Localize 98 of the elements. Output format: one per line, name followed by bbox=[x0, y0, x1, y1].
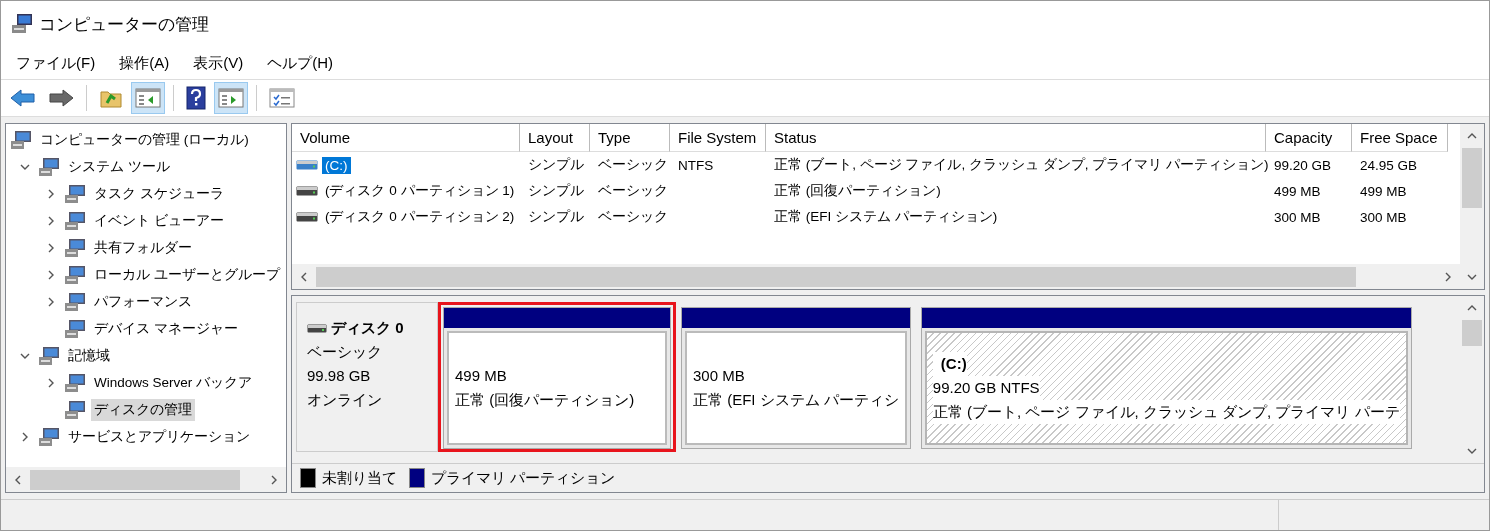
chevron-right-icon[interactable] bbox=[46, 215, 56, 226]
table-cell: シンプル bbox=[528, 182, 584, 200]
drive-icon bbox=[307, 323, 327, 333]
monitor-icon bbox=[64, 291, 86, 312]
menu-item[interactable]: ヘルプ(H) bbox=[267, 53, 333, 73]
scrollbar-thumb[interactable] bbox=[316, 266, 1356, 287]
tree-item[interactable]: 記憶域 bbox=[65, 344, 113, 367]
legend-label: プライマリ パーティション bbox=[431, 468, 616, 488]
console-tree-button[interactable] bbox=[131, 82, 165, 114]
table-cell: 300 MB bbox=[1274, 209, 1321, 225]
monitor-icon bbox=[64, 318, 86, 339]
tree-item[interactable]: イベント ビューアー bbox=[91, 209, 227, 232]
partition-label: (C:) bbox=[932, 352, 967, 376]
column-header[interactable]: Volume bbox=[292, 124, 520, 152]
tree-item[interactable]: ディスクの管理 bbox=[91, 398, 195, 421]
chevron-right-icon[interactable] bbox=[46, 296, 56, 307]
tree-item[interactable]: Windows Server バックア bbox=[91, 371, 256, 394]
menu-item[interactable]: 操作(A) bbox=[119, 53, 170, 73]
partition-size: 99.20 GB NTFS bbox=[932, 376, 1040, 400]
chevron-right-icon[interactable] bbox=[20, 431, 30, 442]
disk-type: ベーシック bbox=[307, 342, 383, 362]
chevron-right-icon[interactable] bbox=[46, 377, 56, 388]
drive-icon bbox=[296, 212, 318, 222]
drive-entry[interactable]: (ディスク 0 パーティション 2) bbox=[322, 207, 518, 227]
table-cell: 99.20 GB bbox=[1274, 157, 1332, 173]
monitor-icon bbox=[64, 210, 86, 231]
partition-block[interactable]: 300 MB 正常 (EFI システム パーティシ bbox=[681, 307, 911, 449]
monitor-icon bbox=[38, 345, 60, 366]
help-icon bbox=[186, 86, 206, 110]
partition-status: 正常 (ブート, ページ ファイル, クラッシュ ダンプ, プライマリ パーテ bbox=[932, 400, 1400, 424]
monitor-icon bbox=[38, 156, 60, 177]
column-header[interactable]: Status bbox=[766, 124, 1266, 152]
table-cell: 24.95 GB bbox=[1360, 157, 1418, 173]
disk-status: オンライン bbox=[307, 390, 383, 410]
monitor-icon bbox=[38, 426, 60, 447]
table-cell: 正常 (ブート, ページ ファイル, クラッシュ ダンプ, プライマリ パーティション) bbox=[774, 156, 1269, 174]
chevron-left-icon[interactable] bbox=[14, 474, 22, 485]
partition-block[interactable]: (C:) 99.20 GB NTFS 正常 (ブート, ページ ファイル, クラッシュ ダンプ, プライマリ パーテ bbox=[920, 307, 1412, 449]
tree-item[interactable]: ローカル ユーザーとグループ bbox=[91, 263, 283, 286]
column-header[interactable]: File System bbox=[670, 124, 766, 152]
column-header[interactable]: Layout bbox=[520, 124, 590, 152]
monitor-icon bbox=[64, 372, 86, 393]
tree-item[interactable]: コンピューターの管理 (ローカル) bbox=[37, 128, 252, 151]
monitor-icon bbox=[64, 183, 86, 204]
chevron-left-icon[interactable] bbox=[300, 271, 308, 282]
table-cell: ベーシック bbox=[598, 182, 668, 200]
legend-label: 未割り当て bbox=[322, 468, 397, 488]
chevron-right-icon[interactable] bbox=[46, 242, 56, 253]
table-cell: ベーシック bbox=[598, 208, 668, 226]
monitor-icon bbox=[10, 129, 32, 150]
drive-icon bbox=[296, 160, 318, 170]
checklist-icon bbox=[269, 88, 295, 108]
pane-toggle-icon bbox=[135, 88, 161, 108]
window-title: コンピューターの管理 bbox=[39, 13, 209, 36]
disk-name: ディスク 0 bbox=[331, 318, 404, 338]
chevron-right-icon[interactable] bbox=[1444, 271, 1452, 282]
column-header[interactable]: Free Space bbox=[1352, 124, 1448, 152]
table-cell: シンプル bbox=[528, 208, 584, 226]
table-cell: 正常 (回復パーティション) bbox=[774, 182, 941, 200]
partition-block[interactable]: 499 MB 正常 (回復パーティション) bbox=[443, 307, 671, 449]
table-cell: 499 MB bbox=[1274, 183, 1321, 199]
monitor-icon bbox=[64, 399, 86, 420]
menu-item[interactable]: 表示(V) bbox=[193, 53, 244, 73]
pane-toggle-icon bbox=[218, 88, 244, 108]
left-arrow-icon bbox=[10, 88, 36, 108]
tree-item[interactable]: タスク スケジューラ bbox=[91, 182, 227, 205]
chevron-right-icon[interactable] bbox=[270, 474, 278, 485]
table-cell: 300 MB bbox=[1360, 209, 1407, 225]
scrollbar-thumb[interactable] bbox=[30, 469, 240, 490]
table-cell: 499 MB bbox=[1360, 183, 1407, 199]
table-cell: 正常 (EFI システム パーティション) bbox=[774, 208, 998, 226]
chevron-up-icon[interactable] bbox=[1467, 132, 1477, 140]
computer-icon bbox=[11, 13, 33, 35]
disk-size: 99.98 GB bbox=[307, 366, 372, 386]
tree-item[interactable]: デバイス マネージャー bbox=[91, 317, 241, 340]
drive-entry[interactable]: (C:) bbox=[322, 156, 351, 174]
chevron-up-icon[interactable] bbox=[1467, 304, 1477, 312]
column-header[interactable]: Capacity bbox=[1266, 124, 1352, 152]
drive-entry[interactable]: (ディスク 0 パーティション 1) bbox=[322, 181, 518, 201]
monitor-icon bbox=[64, 264, 86, 285]
chevron-right-icon[interactable] bbox=[46, 269, 56, 280]
column-header[interactable]: Type bbox=[590, 124, 670, 152]
tree-item[interactable]: 共有フォルダー bbox=[91, 236, 195, 259]
table-cell: ベーシック bbox=[598, 156, 668, 174]
scrollbar-thumb[interactable] bbox=[1462, 320, 1482, 346]
tree-item[interactable]: サービスとアプリケーション bbox=[65, 425, 253, 448]
chevron-down-icon[interactable] bbox=[1467, 447, 1477, 455]
right-arrow-icon bbox=[48, 88, 74, 108]
monitor-icon bbox=[64, 237, 86, 258]
tree-item[interactable]: パフォーマンス bbox=[91, 290, 195, 313]
scrollbar-thumb[interactable] bbox=[1462, 148, 1482, 208]
chevron-down-icon[interactable] bbox=[1467, 273, 1477, 281]
tree-item[interactable]: システム ツール bbox=[65, 155, 173, 178]
menu-item[interactable]: ファイル(F) bbox=[16, 53, 96, 73]
table-cell: シンプル bbox=[528, 156, 584, 174]
chevron-right-icon[interactable] bbox=[46, 188, 56, 199]
table-cell: NTFS bbox=[678, 157, 714, 173]
drive-icon bbox=[296, 186, 318, 196]
